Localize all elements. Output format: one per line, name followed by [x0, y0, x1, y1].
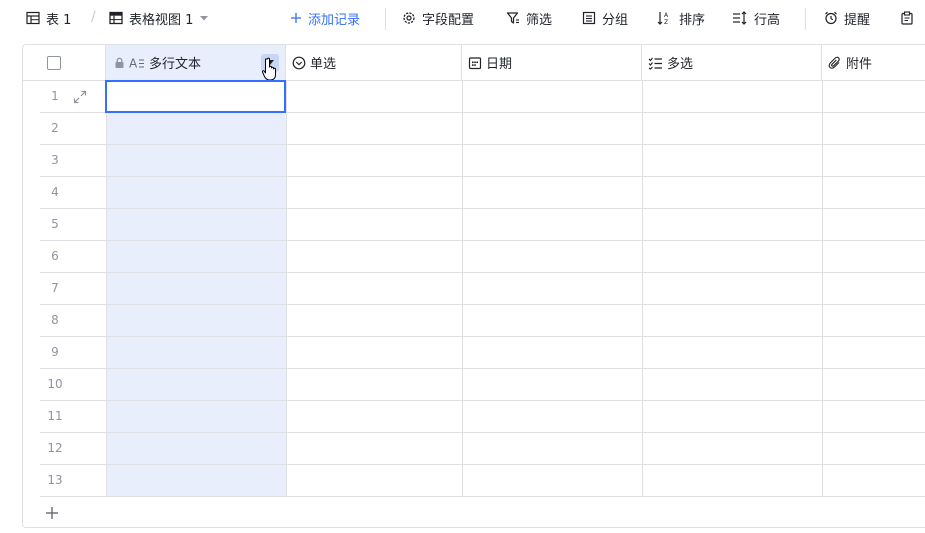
breadcrumb-separator: / — [91, 9, 96, 25]
row-number: 3 — [51, 153, 59, 167]
row-number: 4 — [51, 185, 59, 199]
filter-button[interactable]: 筛选 — [506, 0, 552, 36]
plus-icon — [291, 13, 301, 23]
table-row[interactable]: 12 — [40, 433, 925, 465]
gear-icon — [403, 12, 415, 24]
table-row[interactable]: 10 — [40, 369, 925, 401]
table-row[interactable]: 2 — [40, 113, 925, 145]
add-record-button[interactable]: 添加记录 — [290, 0, 360, 36]
column-header-label: 附件 — [846, 57, 873, 72]
select-all-checkbox[interactable] — [47, 55, 61, 70]
table-row[interactable]: 9 — [40, 337, 925, 369]
alarm-clock-icon — [825, 11, 837, 25]
column-header-multiline-text[interactable]: A 多行文本 — [106, 45, 286, 81]
attachment-icon — [828, 56, 840, 69]
table-icon — [26, 11, 40, 25]
row-height-button[interactable]: 行高 — [732, 0, 780, 36]
row-number: 1 — [51, 89, 59, 103]
single-select-icon — [292, 56, 306, 69]
header-select-all — [23, 45, 106, 80]
row-number: 7 — [51, 281, 59, 295]
multiline-text-icon: A — [129, 56, 144, 70]
expand-record-icon[interactable] — [73, 90, 87, 104]
view-tab-label: 表格视图 1 — [129, 12, 194, 28]
group-label: 分组 — [602, 12, 629, 28]
svg-text:A: A — [129, 56, 138, 70]
filter-label: 筛选 — [526, 12, 553, 28]
table-row[interactable]: 13 — [40, 465, 925, 497]
row-number: 6 — [51, 249, 59, 263]
table-row[interactable]: 5 — [40, 209, 925, 241]
row-number: 9 — [51, 345, 59, 359]
clipboard-icon — [901, 11, 913, 25]
caret-down-icon[interactable] — [199, 13, 209, 23]
group-button[interactable]: 分组 — [582, 0, 628, 36]
add-record-label: 添加记录 — [308, 12, 361, 28]
table-tab[interactable]: 表 1 — [26, 0, 71, 36]
column-header-label: 多选 — [667, 57, 694, 72]
row-number: 12 — [47, 441, 63, 455]
table-row[interactable]: 7 — [40, 273, 925, 305]
data-table: A 多行文本 单选 日期 多选 附件 1 2 3 4 5 6 7 8 9 10 … — [22, 44, 925, 528]
table-row[interactable]: 4 — [40, 177, 925, 209]
svg-text:A: A — [664, 12, 669, 19]
row-number: 11 — [47, 409, 63, 423]
field-config-label: 字段配置 — [422, 12, 475, 28]
sort-label: 排序 — [679, 12, 706, 28]
table-row[interactable]: 11 — [40, 401, 925, 433]
view-tab[interactable]: 表格视图 1 — [109, 0, 209, 36]
column-header-multi-select[interactable]: 多选 — [642, 45, 822, 80]
group-icon — [582, 11, 596, 25]
active-cell[interactable] — [105, 80, 286, 113]
table-row[interactable]: 3 — [40, 145, 925, 177]
row-height-label: 行高 — [754, 12, 781, 28]
sort-icon: AZ — [657, 12, 669, 25]
toolbar-divider — [805, 8, 806, 30]
column-header-single-select[interactable]: 单选 — [286, 45, 462, 80]
row-number: 8 — [51, 313, 59, 327]
column-header-label: 日期 — [486, 57, 513, 72]
column-header-label: 单选 — [310, 57, 337, 72]
grid-view-icon — [109, 11, 123, 25]
multi-select-icon — [648, 57, 662, 70]
hand-cursor-icon — [261, 57, 276, 81]
row-number: 2 — [51, 121, 59, 135]
date-icon — [468, 56, 482, 69]
add-row-button[interactable] — [45, 503, 59, 523]
reminder-label: 提醒 — [844, 12, 871, 28]
table-header: A 多行文本 单选 日期 多选 附件 — [23, 45, 925, 81]
table-row[interactable]: 6 — [40, 241, 925, 273]
sort-button[interactable]: AZ 排序 — [657, 0, 705, 36]
toolbar: 表 1 / 表格视图 1 添加记录 字段配置 筛选 分组 AZ 排序 行高 提醒 — [0, 0, 925, 38]
column-header-date[interactable]: 日期 — [462, 45, 642, 80]
plus-icon — [46, 507, 58, 519]
field-config-button[interactable]: 字段配置 — [402, 0, 474, 36]
column-header-label: 多行文本 — [149, 57, 202, 72]
table-tab-label: 表 1 — [46, 12, 72, 28]
table-row[interactable]: 8 — [40, 305, 925, 337]
column-header-attachment[interactable]: 附件 — [822, 45, 925, 80]
row-number: 5 — [51, 217, 59, 231]
table-footer — [23, 497, 925, 527]
svg-text:Z: Z — [664, 19, 668, 25]
clipboard-button[interactable] — [900, 0, 914, 36]
row-number: 13 — [47, 473, 63, 487]
filter-icon — [506, 12, 519, 24]
lock-icon — [115, 57, 124, 68]
row-height-icon — [733, 11, 747, 25]
toolbar-divider — [385, 8, 386, 30]
row-number: 10 — [47, 377, 63, 391]
reminder-button[interactable]: 提醒 — [824, 0, 870, 36]
